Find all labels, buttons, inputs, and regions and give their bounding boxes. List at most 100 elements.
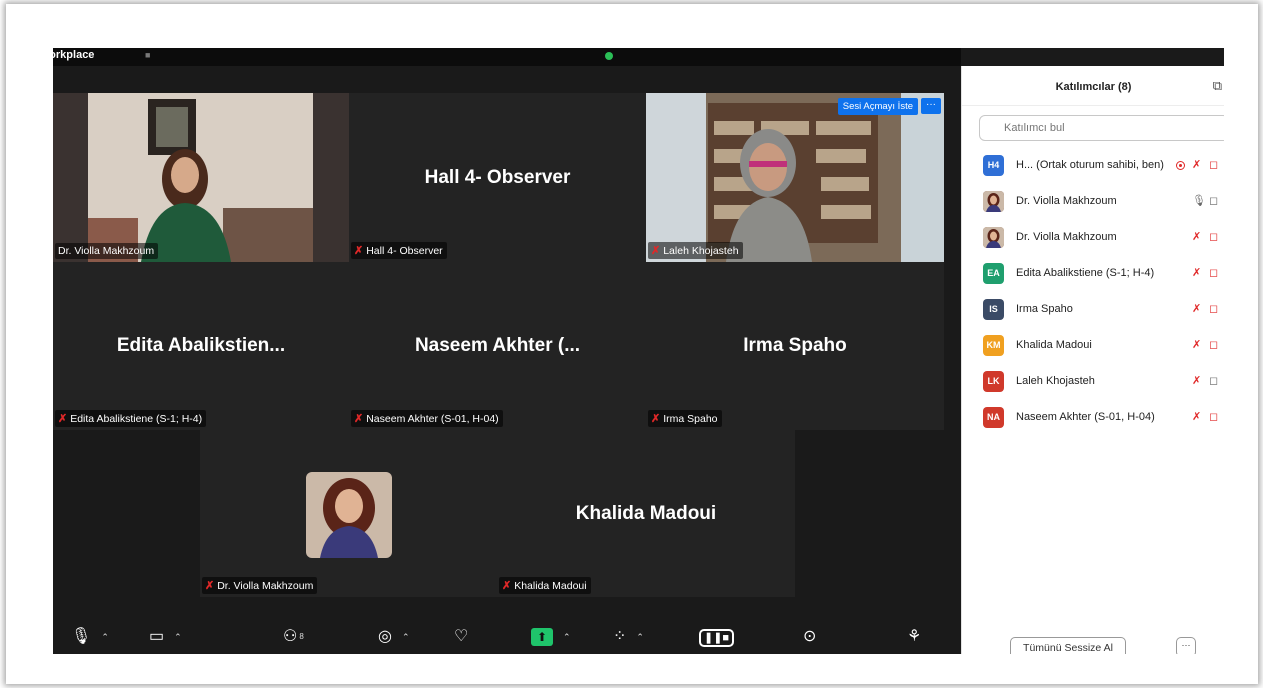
chevron-up-icon[interactable]: ⌃ (101, 632, 109, 642)
participant-name: Dr. Violla Makhzoum (1016, 195, 1117, 207)
video-tile-violla-2[interactable]: ✗ Dr. Violla Makhzoum (200, 430, 497, 597)
participant-search-input[interactable] (979, 115, 1224, 141)
video-off-icon[interactable]: ◻ (1209, 302, 1218, 315)
video-tile-laleh[interactable]: Sesi Açmayı İste ··· ✗ Laleh Khojasteh (646, 93, 944, 262)
video-tile-hall4[interactable]: Hall 4- Observer ✗ Hall 4- Observer (349, 93, 646, 262)
participant-name: Dr. Violla Makhzoum (1016, 231, 1117, 243)
reactions-icon: ♡ (454, 628, 469, 645)
mic-muted-icon: ✗ (205, 580, 215, 592)
video-off-icon[interactable]: ◻ (1209, 266, 1218, 279)
apps-button[interactable]: ⁘ ⌃ (613, 627, 644, 647)
chevron-up-icon[interactable]: ⌃ (636, 632, 644, 642)
panel-more-button[interactable]: ··· (1176, 637, 1196, 654)
participant-avatar: NA (983, 407, 1004, 428)
video-icon[interactable]: ◻ (1209, 194, 1218, 207)
participant-display-name: Khalida Madoui (575, 502, 717, 524)
video-off-icon: ▭ (149, 628, 165, 646)
record-button[interactable]: ❚❚■ (699, 627, 735, 647)
mic-muted-icon[interactable]: ✗ (1192, 302, 1201, 315)
ask-to-unmute-button[interactable]: Sesi Açmayı İste (837, 98, 918, 115)
participant-avatar: KM (983, 335, 1004, 356)
participant-name-tag: ✗ Dr. Violla Makhzoum (202, 577, 318, 594)
breakout-rooms-button[interactable]: ⚘ (907, 627, 921, 647)
video-off-icon[interactable]: ◻ (1209, 338, 1218, 351)
meeting-id-icon: ■ (145, 50, 151, 60)
mic-muted-icon: 🎙 (71, 628, 92, 646)
video-tile-irma[interactable]: Irma Spaho ✗ Irma Spaho (646, 262, 944, 430)
participant-avatar (983, 191, 1004, 212)
participant-display-name: Edita Abalikstien... (116, 335, 286, 356)
mic-muted-icon: ✗ (651, 245, 661, 257)
app-name: Workplace (53, 49, 95, 61)
screenshot-frame: Workplace ■ Dr. Violla Makhzoum (6, 4, 1258, 684)
title-bar: Workplace ■ (53, 48, 961, 66)
participant-name-tag: ✗ Khalida Madoui (499, 577, 591, 594)
participant-row[interactable]: Dr. Violla Makhzoum 🎙︎ ◻ (962, 184, 1224, 220)
recording-icon (1176, 161, 1185, 170)
participants-panel: Katılımcılar (8) ⧉ 🔍︎ H4 H... (Ortak otu… (961, 66, 1224, 654)
more-button[interactable]: ⊙ (803, 627, 816, 647)
chat-icon: ◎ (378, 628, 392, 646)
video-icon[interactable]: ◻ (1209, 374, 1218, 387)
participant-avatar: IS (983, 299, 1004, 320)
participant-name: Naseem Akhter (S-01, H-04) (1016, 411, 1155, 423)
zoom-meeting-window: Workplace ■ Dr. Violla Makhzoum (53, 48, 1224, 654)
popout-icon[interactable]: ⧉ (1213, 78, 1222, 94)
record-icon: ❚❚■ (699, 629, 735, 647)
mute-all-button[interactable]: Tümünü Sessize Al (1010, 637, 1126, 654)
participant-name-tag: Dr. Violla Makhzoum (55, 243, 159, 259)
participant-display-name: Naseem Akhter (... (414, 335, 581, 356)
mic-muted-icon[interactable]: ✗ (1192, 230, 1201, 243)
avatar (306, 472, 392, 558)
mic-muted-icon: ✗ (58, 413, 68, 425)
participant-row[interactable]: H4 H... (Ortak oturum sahibi, ben) ✗ ◻ (962, 148, 1224, 184)
chevron-up-icon[interactable]: ⌃ (563, 632, 571, 642)
participant-name: Khalida Madoui (1016, 339, 1092, 351)
apps-icon: ⁘ (613, 628, 627, 646)
mic-muted-icon: ✗ (354, 245, 364, 257)
mic-muted-icon[interactable]: ✗ (1192, 158, 1201, 171)
video-tile-khalida[interactable]: Khalida Madoui ✗ Khalida Madoui (497, 430, 795, 597)
participant-row[interactable]: KM Khalida Madoui ✗ ◻ (962, 328, 1224, 364)
video-off-icon[interactable]: ◻ (1209, 230, 1218, 243)
mute-button[interactable]: 🎙 ⌃ (71, 627, 109, 647)
video-tile-violla[interactable]: Dr. Violla Makhzoum (53, 93, 349, 262)
tile-more-button[interactable]: ··· (921, 98, 941, 114)
participant-row[interactable]: LK Laleh Khojasteh ✗ ◻ (962, 364, 1224, 400)
mic-muted-icon: ✗ (354, 413, 364, 425)
mic-muted-icon[interactable]: ✗ (1192, 410, 1201, 423)
participant-name-tag: ✗ Edita Abalikstiene (S-1; H-4) (55, 410, 207, 427)
participants-button[interactable]: ⚇ 8 (283, 627, 304, 647)
mic-muted-icon: ✗ (651, 413, 661, 425)
chevron-up-icon[interactable]: ⌃ (402, 632, 410, 642)
video-gallery: Dr. Violla Makhzoum Hall 4- Observer ✗ Ha… (53, 66, 961, 621)
video-tile-naseem[interactable]: Naseem Akhter (... ✗ Naseem Akhter (S-01,… (349, 262, 646, 430)
participant-row[interactable]: Dr. Violla Makhzoum ✗ ◻ (962, 220, 1224, 256)
more-icon: ⊙ (803, 628, 817, 645)
chevron-up-icon[interactable]: ⌃ (174, 632, 182, 642)
encryption-status-icon (605, 52, 613, 60)
mic-icon[interactable]: 🎙︎ (1192, 194, 1206, 207)
participant-avatar: H4 (983, 155, 1004, 176)
mic-muted-icon[interactable]: ✗ (1192, 266, 1201, 279)
participant-row[interactable]: IS Irma Spaho ✗ ◻ (962, 292, 1224, 328)
video-off-icon[interactable]: ◻ (1209, 410, 1218, 423)
mic-muted-icon[interactable]: ✗ (1192, 338, 1201, 351)
participant-video (53, 93, 349, 262)
participant-name-tag: ✗ Laleh Khojasteh (648, 242, 743, 259)
participant-name-tag: ✗ Irma Spaho (648, 410, 722, 427)
chat-button[interactable]: ◎ ⌃ (378, 627, 410, 647)
share-screen-button[interactable]: ⬆ ⌃ (531, 627, 571, 647)
video-tile-edita[interactable]: Edita Abalikstien... ✗ Edita Abalikstiene… (53, 262, 349, 430)
participant-avatar: EA (983, 263, 1004, 284)
video-off-icon[interactable]: ◻ (1209, 158, 1218, 171)
participant-row[interactable]: NA Naseem Akhter (S-01, H-04) ✗ ◻ (962, 400, 1224, 436)
video-button[interactable]: ▭ ⌃ (149, 627, 182, 647)
meeting-toolbar: 🎙 ⌃ ▭ ⌃ ⚇ 8 ◎ ⌃ ♡ ⬆ ⌃ ⁘ ⌃ ❚❚■ ⊙ ⚘ (53, 621, 961, 654)
participants-icon: ⚇ (283, 628, 298, 645)
participant-name: H... (Ortak oturum sahibi, ben) (1016, 159, 1164, 171)
mic-muted-icon[interactable]: ✗ (1192, 374, 1201, 387)
participants-count: 8 (299, 632, 304, 641)
reactions-button[interactable]: ♡ (454, 627, 468, 647)
participant-row[interactable]: EA Edita Abalikstiene (S-1; H-4) ✗ ◻ (962, 256, 1224, 292)
